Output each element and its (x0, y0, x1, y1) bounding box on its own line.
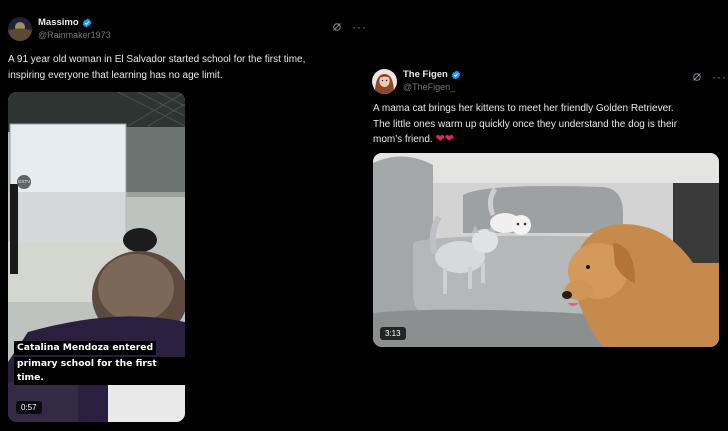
tweet-the-figen[interactable]: The Figen @TheFigen_ ··· A mama cat brin… (366, 56, 728, 356)
tweet-massimo[interactable]: Massimo @Rainmaker1973 ··· A 91 year old… (0, 0, 368, 431)
tweet-video[interactable]: GSTV Catalina Mendoza entered primary sc… (8, 92, 185, 422)
author-handle[interactable]: @Rainmaker1973 (38, 29, 111, 42)
video-duration: 0:57 (16, 401, 42, 414)
verified-badge-icon (451, 69, 460, 80)
author-name[interactable]: The Figen (403, 68, 448, 81)
tweet-actions: ··· (692, 71, 727, 83)
grok-icon[interactable] (332, 22, 342, 32)
video-caption-line-2: primary school for the first time. (14, 357, 185, 385)
author-handle[interactable]: @TheFigen_ (403, 81, 461, 94)
more-icon[interactable]: ··· (712, 71, 727, 83)
tweet-header: Massimo @Rainmaker1973 (8, 16, 111, 42)
verified-badge-icon (82, 17, 91, 28)
tweet-video[interactable]: 3:13 (373, 153, 719, 347)
watermark-logo: GSTV (18, 179, 31, 184)
tweet-text: A mama cat brings her kittens to meet he… (373, 103, 678, 145)
author-name[interactable]: Massimo (38, 16, 79, 29)
grok-icon[interactable] (692, 72, 702, 82)
tweet-actions: ··· (332, 21, 367, 33)
video-thumbnail (373, 153, 719, 347)
video-duration: 3:13 (380, 327, 406, 340)
video-caption-line-1: Catalina Mendoza entered (14, 341, 157, 355)
more-icon[interactable]: ··· (352, 21, 367, 33)
avatar[interactable] (372, 68, 397, 94)
tweet-header: The Figen @TheFigen_ (372, 68, 461, 94)
tweet-text: A 91 year old woman in El Salvador start… (8, 54, 306, 81)
red-heart-emoji: ❤❤ (435, 133, 454, 145)
avatar[interactable] (8, 17, 32, 41)
